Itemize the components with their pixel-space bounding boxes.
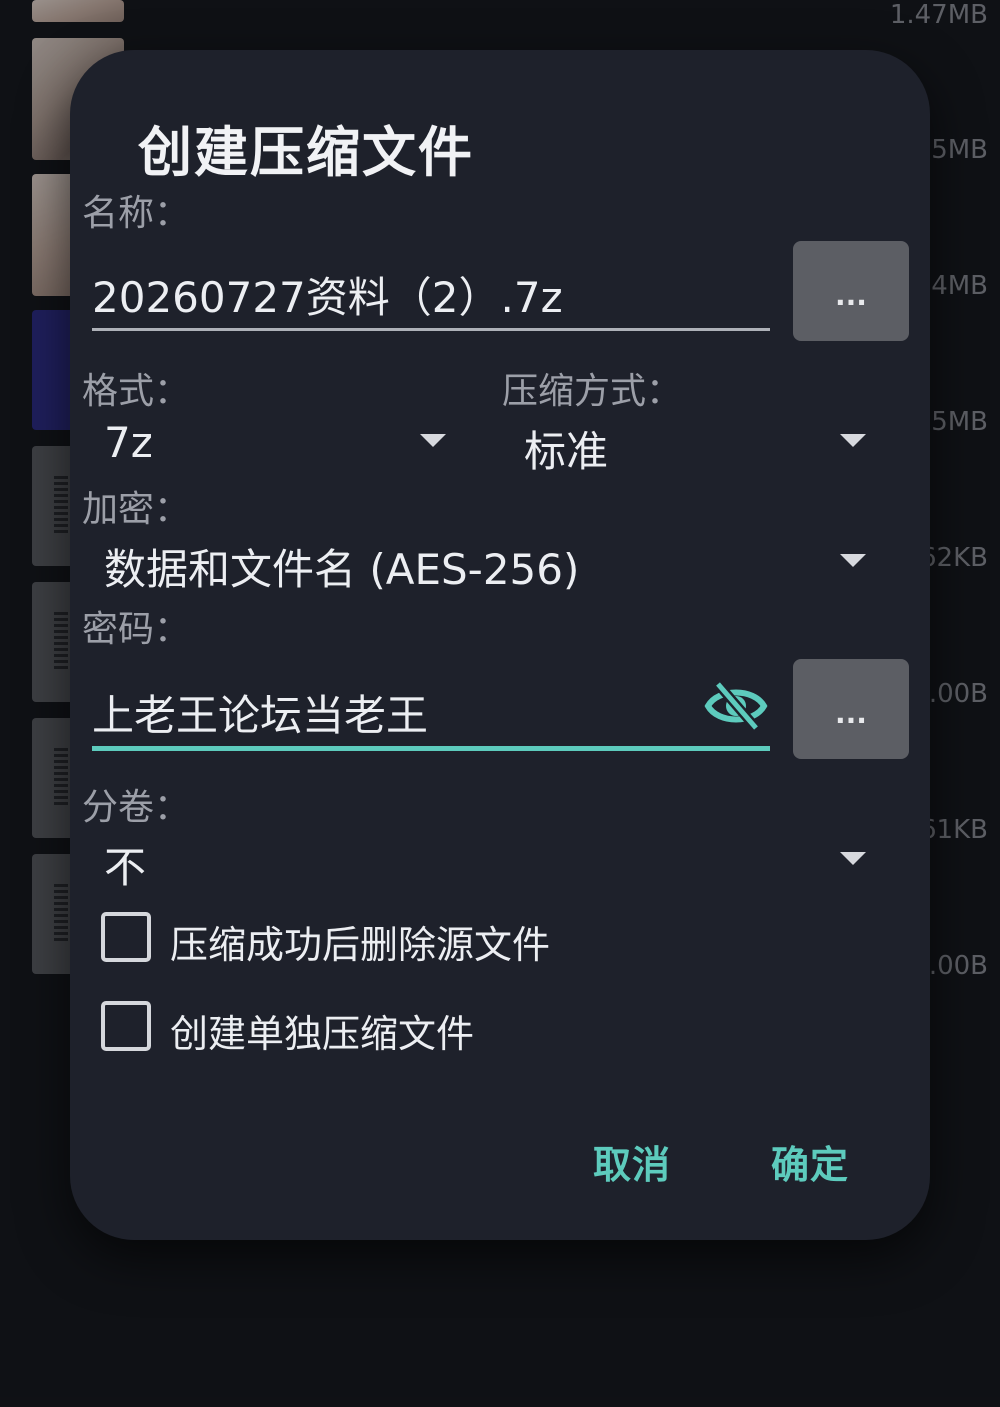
dialog-title: 创建压缩文件 bbox=[138, 121, 474, 184]
format-caret-down-icon[interactable] bbox=[420, 434, 446, 447]
name-input-underline bbox=[92, 328, 770, 331]
eye-slash-icon[interactable] bbox=[704, 678, 768, 734]
delete-source-checkbox[interactable] bbox=[101, 912, 151, 962]
delete-source-label[interactable]: 压缩成功后删除源文件 bbox=[170, 914, 550, 969]
encryption-caret-down-icon[interactable] bbox=[840, 554, 866, 567]
split-caret-down-icon[interactable] bbox=[840, 852, 866, 865]
password-label: 密码： bbox=[82, 609, 191, 650]
method-label: 压缩方式： bbox=[502, 371, 683, 412]
name-label: 名称： bbox=[82, 193, 191, 234]
password-input-underline bbox=[92, 746, 770, 751]
password-more-button[interactable]: ... bbox=[793, 659, 909, 759]
format-dropdown[interactable]: 7z bbox=[104, 418, 153, 467]
separate-archives-checkbox[interactable] bbox=[101, 1001, 151, 1051]
archive-name-input[interactable]: 20260727资料（2）.7z bbox=[92, 264, 563, 325]
create-archive-dialog: 创建压缩文件 名称： 20260727资料（2）.7z ... 格式： 压缩方式… bbox=[70, 50, 930, 1240]
format-label: 格式： bbox=[82, 371, 191, 412]
separate-archives-label[interactable]: 创建单独压缩文件 bbox=[170, 1003, 474, 1058]
encryption-dropdown[interactable]: 数据和文件名 (AES-256) bbox=[104, 536, 579, 597]
ok-button[interactable]: 确定 bbox=[771, 1134, 849, 1189]
split-dropdown[interactable]: 不 bbox=[104, 834, 146, 895]
password-input[interactable]: 上老王论坛当老王 bbox=[92, 682, 428, 743]
method-dropdown[interactable]: 标准 bbox=[524, 418, 608, 479]
cancel-button[interactable]: 取消 bbox=[593, 1134, 671, 1189]
encryption-label: 加密： bbox=[82, 489, 191, 530]
browse-name-button[interactable]: ... bbox=[793, 241, 909, 341]
split-label: 分卷： bbox=[82, 787, 191, 828]
method-caret-down-icon[interactable] bbox=[840, 434, 866, 447]
